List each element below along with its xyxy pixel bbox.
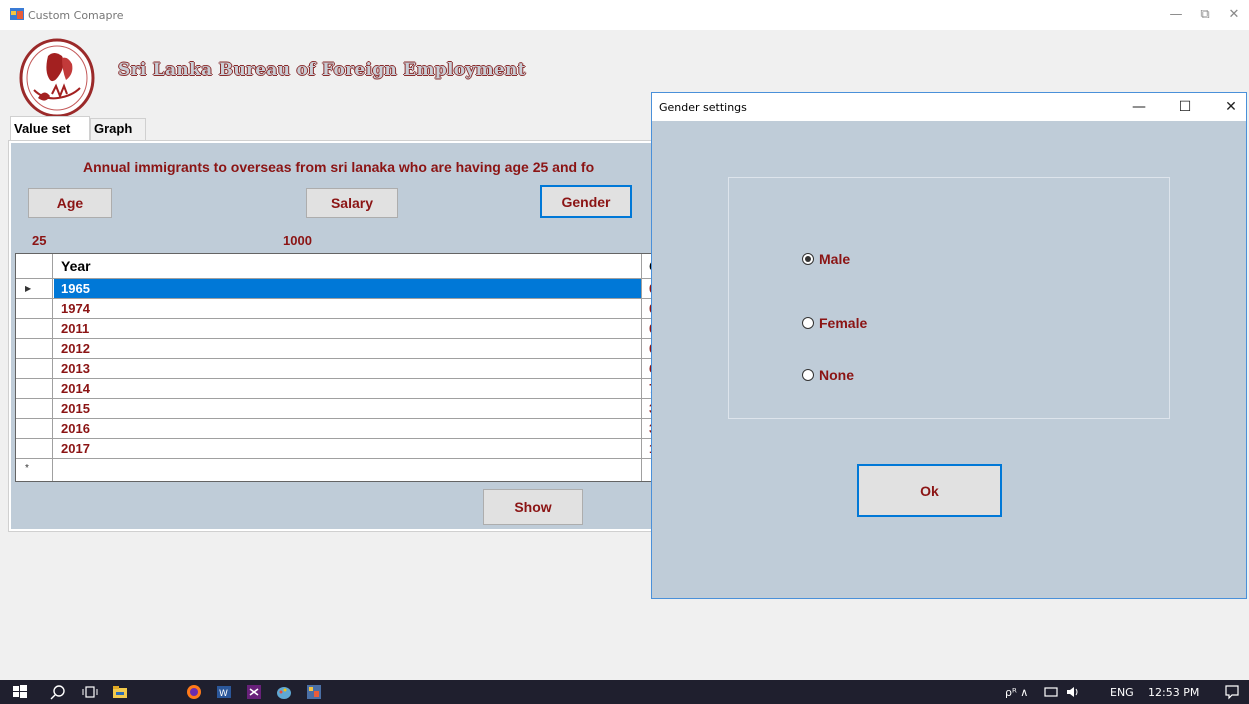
custom-compare-app-icon[interactable] bbox=[306, 684, 322, 700]
age-button[interactable]: Age bbox=[28, 188, 112, 218]
table-row[interactable]: 2017 1 bbox=[16, 439, 654, 459]
column-header-year[interactable]: Year bbox=[61, 258, 91, 274]
table-row[interactable]: 2011 0 bbox=[16, 319, 654, 339]
radio-checked-icon[interactable] bbox=[802, 253, 814, 265]
year-cell[interactable]: 2015 bbox=[61, 401, 90, 416]
close-button[interactable]: ✕ bbox=[1224, 6, 1244, 24]
radio-male[interactable]: Male bbox=[802, 251, 850, 267]
radio-female-label: Female bbox=[819, 315, 868, 331]
search-icon[interactable] bbox=[50, 684, 66, 700]
dialog-title-bar: Gender settings — ☐ ✕ bbox=[652, 93, 1246, 121]
title-bar: Custom Comapre — ⧉ ✕ bbox=[0, 0, 1249, 30]
new-row-marker-icon: * bbox=[25, 463, 29, 474]
language-indicator[interactable]: ENG bbox=[1110, 686, 1134, 699]
salary-button[interactable]: Salary bbox=[306, 188, 398, 218]
tab-panel: Annual immigrants to overseas from sri l… bbox=[8, 140, 658, 532]
gender-group-box bbox=[728, 177, 1170, 419]
organization-title: Sri Lanka Bureau of Foreign Employment bbox=[118, 60, 526, 80]
app-icon bbox=[10, 8, 24, 20]
network-icon[interactable] bbox=[1043, 684, 1059, 700]
restore-button[interactable]: ⧉ bbox=[1195, 6, 1215, 24]
grid-header: Year C bbox=[16, 254, 654, 279]
table-row[interactable]: 2015 3 bbox=[16, 399, 654, 419]
dialog-close-button[interactable]: ✕ bbox=[1220, 98, 1242, 116]
ok-button[interactable]: Ok bbox=[857, 464, 1002, 517]
radio-unchecked-icon[interactable] bbox=[802, 317, 814, 329]
year-cell[interactable]: 1974 bbox=[61, 301, 90, 316]
minimize-button[interactable]: — bbox=[1166, 6, 1186, 24]
taskbar: W ρᴿ ∧ ENG 12:53 PM bbox=[0, 680, 1249, 704]
show-button[interactable]: Show bbox=[483, 489, 583, 525]
visual-studio-icon[interactable] bbox=[246, 684, 262, 700]
volume-icon[interactable] bbox=[1065, 684, 1081, 700]
table-row[interactable]: ▶ 1965 0 bbox=[16, 279, 654, 299]
window-title: Custom Comapre bbox=[28, 9, 124, 22]
year-cell[interactable]: 1965 bbox=[61, 281, 90, 296]
year-cell[interactable]: 2013 bbox=[61, 361, 90, 376]
gender-settings-dialog: Gender settings — ☐ ✕ Male Female None O… bbox=[651, 92, 1247, 599]
word-icon[interactable]: W bbox=[216, 684, 232, 700]
current-row-arrow-icon: ▶ bbox=[25, 284, 32, 293]
new-row[interactable]: * bbox=[16, 459, 654, 479]
dialog-title: Gender settings bbox=[659, 101, 747, 114]
radio-unchecked-icon[interactable] bbox=[802, 369, 814, 381]
gender-button[interactable]: Gender bbox=[540, 185, 632, 218]
age-value: 25 bbox=[32, 233, 47, 248]
radio-none-label: None bbox=[819, 367, 854, 383]
dialog-minimize-button[interactable]: — bbox=[1128, 98, 1150, 116]
table-row[interactable]: 2012 0 bbox=[16, 339, 654, 359]
table-row[interactable]: 2014 7 bbox=[16, 379, 654, 399]
firefox-icon[interactable] bbox=[186, 684, 202, 700]
task-view-icon[interactable] bbox=[82, 684, 98, 700]
tab-graph[interactable]: Graph bbox=[90, 118, 146, 140]
clock[interactable]: 12:53 PM bbox=[1148, 686, 1199, 699]
dialog-maximize-button[interactable]: ☐ bbox=[1174, 98, 1196, 116]
notifications-icon[interactable] bbox=[1224, 684, 1240, 700]
radio-none[interactable]: None bbox=[802, 367, 854, 383]
paint-icon[interactable] bbox=[276, 684, 292, 700]
data-grid[interactable]: Year C ▶ 1965 0 1974 0 2011 0 bbox=[15, 253, 655, 482]
radio-male-label: Male bbox=[819, 251, 851, 267]
value-set-content: Annual immigrants to overseas from sri l… bbox=[11, 143, 655, 529]
table-row[interactable]: 2016 3 bbox=[16, 419, 654, 439]
salary-value: 1000 bbox=[283, 233, 312, 248]
slbfe-logo bbox=[19, 38, 95, 118]
radio-female[interactable]: Female bbox=[802, 315, 867, 331]
tab-value-set[interactable]: Value set bbox=[10, 116, 90, 140]
year-cell[interactable]: 2017 bbox=[61, 441, 90, 456]
svg-text:W: W bbox=[219, 689, 228, 699]
windows-start-icon[interactable] bbox=[12, 684, 28, 700]
year-cell[interactable]: 2014 bbox=[61, 381, 90, 396]
table-row[interactable]: 1974 0 bbox=[16, 299, 654, 319]
year-cell[interactable]: 2016 bbox=[61, 421, 90, 436]
headline-text: Annual immigrants to overseas from sri l… bbox=[83, 159, 595, 175]
year-cell[interactable]: 2012 bbox=[61, 341, 90, 356]
file-explorer-icon[interactable] bbox=[112, 684, 128, 700]
selection-highlight bbox=[54, 279, 641, 298]
tray-icons[interactable]: ρᴿ ∧ bbox=[1005, 686, 1028, 699]
year-cell[interactable]: 2011 bbox=[61, 321, 89, 336]
table-row[interactable]: 2013 6 bbox=[16, 359, 654, 379]
